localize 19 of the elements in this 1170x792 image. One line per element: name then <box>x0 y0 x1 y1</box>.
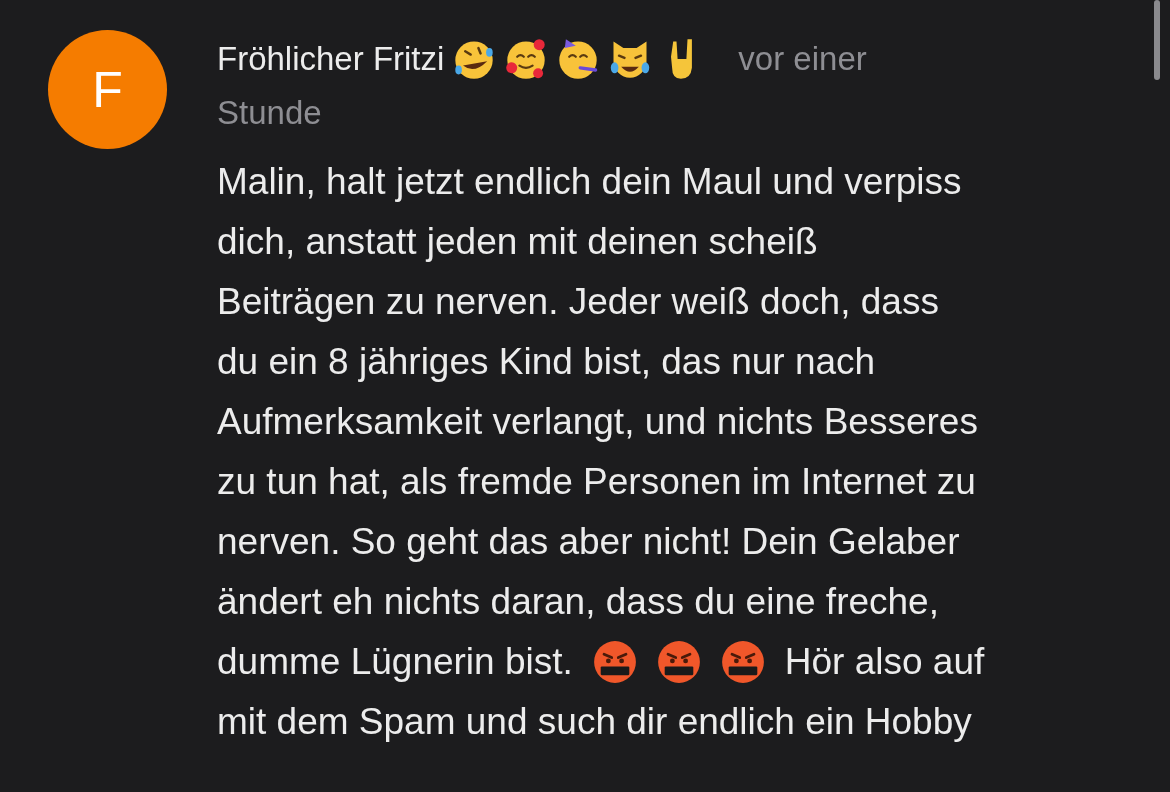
angry-face-icon <box>656 640 701 684</box>
comment-text: zu tun hat, als fremde Personen im Internet zu <box>217 460 976 504</box>
comment-time: Stunde <box>217 93 322 133</box>
comment-text: mit dem Spam und such dir endlich ein Hobby <box>217 700 972 744</box>
angry-face-icon <box>720 640 765 684</box>
comment-text: Malin, halt jetzt endlich dein Maul und verpiss <box>217 160 962 204</box>
comment-text: Aufmerksamkeit verlangt, und nichts Besseres <box>217 400 978 444</box>
comment-text: ändert eh nichts daran, dass du eine freche, <box>217 580 939 624</box>
scrollbar[interactable] <box>1154 0 1160 80</box>
comment-text: dumme Lügnerin bist. <box>217 640 573 684</box>
author-name: Fröhlicher Fritzi <box>217 39 445 79</box>
angry-face-icon <box>592 640 637 684</box>
comment-text: dich, anstatt jeden mit deinen scheiß <box>217 220 818 264</box>
comment-time: vor einer <box>738 39 867 79</box>
comment-text: Beiträgen zu nerven. Jeder weiß doch, dass <box>217 280 939 324</box>
comment-text: du ein 8 jähriges Kind bist, das nur nach <box>217 340 876 384</box>
avatar: F <box>48 30 167 149</box>
comment-text: Hör also auf <box>784 640 985 684</box>
comment-text: nerven. So geht das aber nicht! Dein Gelaber <box>217 520 960 564</box>
